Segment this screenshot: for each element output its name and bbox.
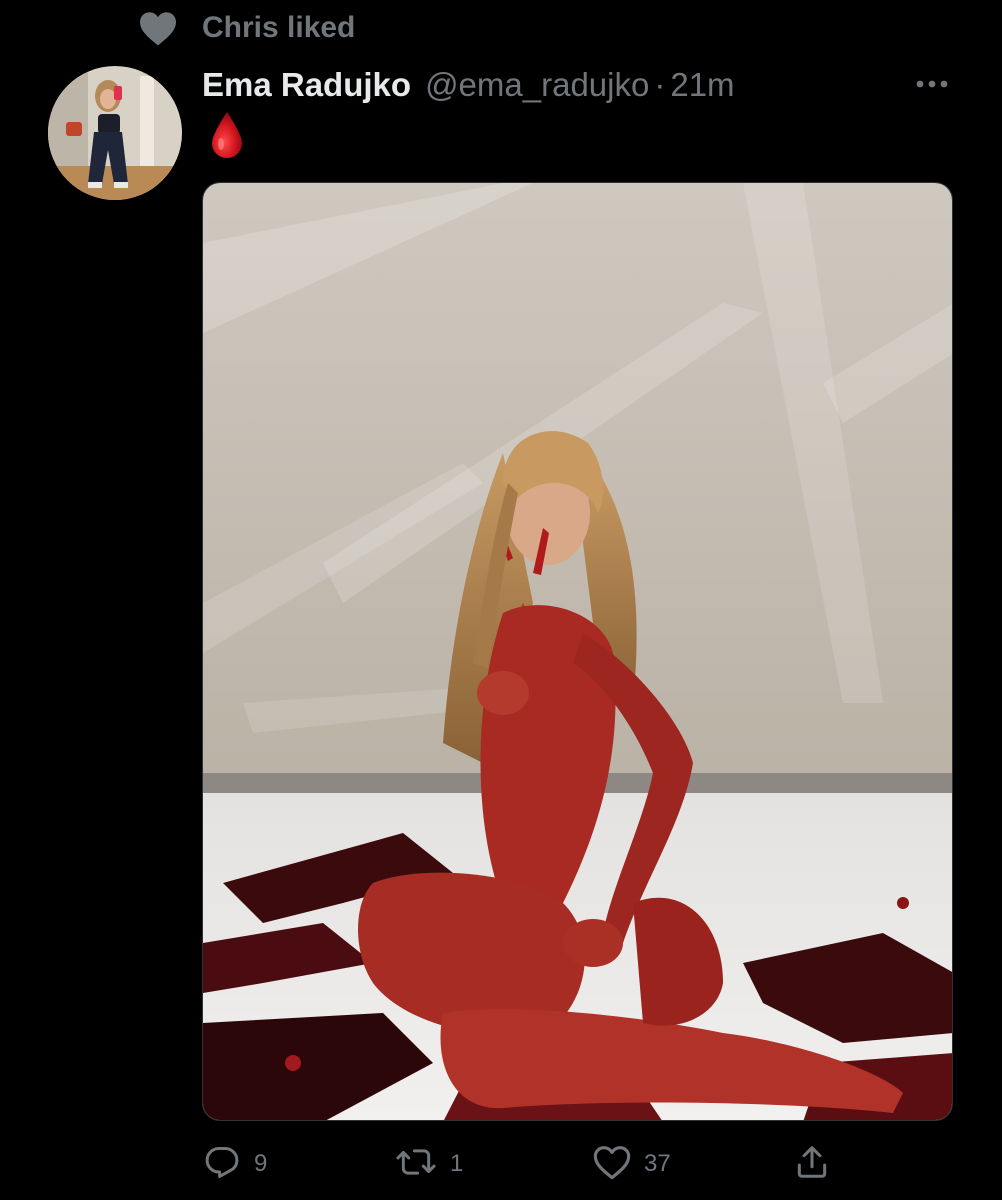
heart-outline-icon <box>592 1143 632 1186</box>
retweet-icon <box>394 1143 438 1186</box>
social-context: Chris liked <box>136 8 355 48</box>
share-button[interactable] <box>792 1140 832 1188</box>
separator-dot: · <box>654 66 666 103</box>
user-handle[interactable]: @ema_radujko <box>425 66 649 104</box>
retweet-count: 1 <box>450 1150 464 1177</box>
retweet-button[interactable]: 1 <box>394 1140 463 1188</box>
like-count: 37 <box>644 1150 671 1177</box>
share-icon <box>792 1143 832 1186</box>
reply-button[interactable]: 9 <box>202 1140 267 1188</box>
heart-filled-icon <box>136 8 180 48</box>
tweet-header: Ema Radujko @ema_radujko · 21m <box>202 62 735 108</box>
drop-of-blood-emoji-icon <box>210 110 250 162</box>
social-context-label: Chris liked <box>202 11 356 44</box>
display-name[interactable]: Ema Radujko <box>202 66 411 104</box>
tweet[interactable]: Chris liked Ema Radujko @ema_radujko · 2… <box>0 0 1002 1200</box>
avatar[interactable] <box>48 66 182 200</box>
reply-icon <box>202 1143 242 1186</box>
tweet-media-photo[interactable] <box>202 182 953 1121</box>
reply-count: 9 <box>254 1150 268 1177</box>
more-options-icon[interactable] <box>910 66 954 102</box>
like-button[interactable]: 37 <box>592 1140 671 1188</box>
timestamp[interactable]: 21m <box>670 66 734 104</box>
tweet-actions: 9 1 37 <box>196 1140 836 1188</box>
